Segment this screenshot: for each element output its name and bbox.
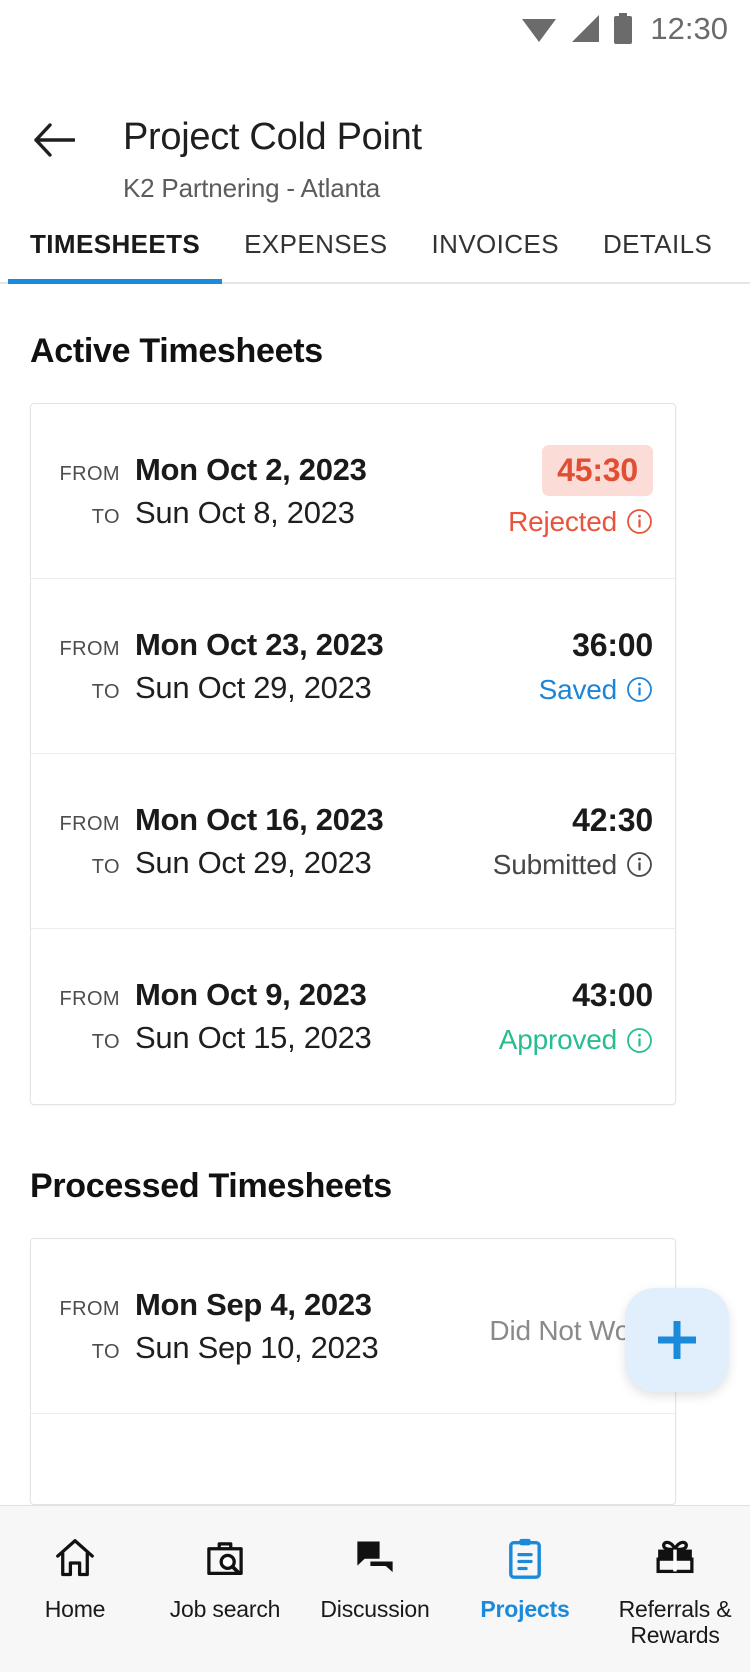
tab-timesheets[interactable]: TIMESHEETS <box>8 229 223 284</box>
from-date: Mon Oct 9, 2023 <box>135 977 367 1012</box>
to-date: Sun Oct 29, 2023 <box>135 669 372 705</box>
cellular-signal-icon <box>572 14 600 42</box>
section-title-active: Active Timesheets <box>30 332 323 370</box>
date-range: FROM Mon Oct 2, 2023 TO Sun Oct 8, 2023 <box>57 452 367 531</box>
app-screen: 12:30 Project Cold Point K2 Partnering -… <box>0 0 750 1672</box>
table-row[interactable]: FROM Mon Oct 2, 2023 TO Sun Oct 8, 2023 … <box>31 404 675 579</box>
nav-item-home[interactable]: Home <box>0 1532 150 1622</box>
table-row[interactable]: FROM Mon Oct 9, 2023 TO Sun Oct 15, 2023… <box>31 929 675 1104</box>
add-timesheet-fab[interactable] <box>625 1288 729 1392</box>
to-label: TO <box>91 1031 120 1053</box>
to-date: Sun Oct 8, 2023 <box>135 494 355 530</box>
to-date: Sun Oct 29, 2023 <box>135 844 372 880</box>
table-row[interactable] <box>31 1414 675 1504</box>
from-date: Mon Oct 23, 2023 <box>135 626 384 662</box>
status-column: 45:30 Rejected <box>508 444 653 538</box>
page-title: Project Cold Point <box>123 116 422 158</box>
active-timesheets-card: FROM Mon Oct 2, 2023 TO Sun Oct 8, 2023 … <box>30 403 676 1105</box>
nav-item-discussion[interactable]: Discussion <box>300 1532 450 1622</box>
tab-bar: TIMESHEETS EXPENSES INVOICES DETAILS <box>0 206 750 284</box>
status-column: 43:00 Approved <box>499 977 653 1056</box>
from-date: Mon Oct 16, 2023 <box>135 801 384 837</box>
date-range: FROM Mon Oct 16, 2023 TO Sun Oct 29, 202… <box>57 801 384 881</box>
hours-badge: 45:30 <box>542 444 653 496</box>
info-icon[interactable] <box>626 508 653 535</box>
nav-label-referrals-rewards: Referrals & Rewards <box>618 1596 732 1649</box>
status-label: Approved <box>498 1024 617 1055</box>
home-icon <box>50 1532 100 1584</box>
from-label: FROM <box>59 812 120 835</box>
back-arrow-icon <box>34 123 75 157</box>
info-icon[interactable] <box>626 1027 653 1054</box>
status-badge[interactable]: Saved <box>539 674 653 706</box>
nav-item-job-search[interactable]: Job search <box>150 1532 300 1622</box>
to-label: TO <box>91 680 120 703</box>
tab-details[interactable]: DETAILS <box>581 229 734 282</box>
date-range: FROM Mon Oct 9, 2023 TO Sun Oct 15, 2023 <box>57 977 372 1056</box>
status-badge[interactable]: Approved <box>499 1024 653 1056</box>
table-row[interactable]: FROM Mon Oct 23, 2023 TO Sun Oct 29, 202… <box>31 579 675 754</box>
status-column: 36:00 Saved <box>539 626 654 706</box>
hours-value: 42:30 <box>572 801 653 838</box>
app-bar: Project Cold Point K2 Partnering - Atlan… <box>0 56 750 206</box>
clipboard-icon <box>502 1532 548 1584</box>
status-label: Rejected <box>508 505 617 537</box>
plus-icon <box>658 1321 696 1359</box>
hours-value: 36:00 <box>572 626 653 663</box>
to-date: Sun Oct 15, 2023 <box>135 1020 372 1055</box>
tab-invoices[interactable]: INVOICES <box>410 229 581 282</box>
from-label: FROM <box>59 988 120 1010</box>
info-icon[interactable] <box>626 676 653 703</box>
to-label: TO <box>91 855 120 878</box>
hours-value: 43:00 <box>572 977 653 1013</box>
status-label: Submitted <box>492 848 617 880</box>
chat-bubbles-icon <box>350 1532 400 1584</box>
title-block: Project Cold Point K2 Partnering - Atlan… <box>0 74 750 204</box>
from-date: Mon Sep 4, 2023 <box>135 1286 372 1322</box>
section-title-processed: Processed Timesheets <box>30 1167 392 1205</box>
status-label: Saved <box>538 673 618 705</box>
to-label: TO <box>91 1340 120 1363</box>
briefcase-search-icon <box>201 1532 249 1584</box>
info-icon[interactable] <box>626 851 653 878</box>
gift-icon <box>650 1532 700 1584</box>
battery-icon <box>614 12 633 44</box>
table-row[interactable]: FROM Mon Oct 16, 2023 TO Sun Oct 29, 202… <box>31 754 675 929</box>
status-badge[interactable]: Rejected <box>508 506 653 538</box>
nav-item-projects[interactable]: Projects <box>450 1532 600 1622</box>
from-label: FROM <box>59 462 120 485</box>
date-range: FROM Mon Sep 4, 2023 TO Sun Sep 10, 2023 <box>57 1286 379 1366</box>
to-date: Sun Sep 10, 2023 <box>135 1329 379 1365</box>
status-column: 42:30 Submitted <box>493 802 653 881</box>
nav-label-discussion: Discussion <box>320 1596 430 1622</box>
bottom-navigation: Home Job search Discussion Projects Refe… <box>0 1505 750 1672</box>
wifi-icon <box>522 18 557 42</box>
from-label: FROM <box>59 1297 120 1320</box>
status-badge[interactable]: Submitted <box>493 849 653 881</box>
processed-timesheets-card: FROM Mon Sep 4, 2023 TO Sun Sep 10, 2023… <box>30 1238 676 1505</box>
from-date: Mon Oct 2, 2023 <box>135 451 367 487</box>
status-bar: 12:30 <box>0 0 750 56</box>
nav-label-home: Home <box>44 1596 106 1622</box>
page-subtitle: K2 Partnering - Atlanta <box>123 172 380 203</box>
nav-item-referrals-rewards[interactable]: Referrals & Rewards <box>600 1532 750 1649</box>
table-row[interactable]: FROM Mon Sep 4, 2023 TO Sun Sep 10, 2023… <box>31 1239 675 1414</box>
tab-expenses[interactable]: EXPENSES <box>222 229 409 282</box>
status-bar-clock: 12:30 <box>650 10 728 46</box>
date-range: FROM Mon Oct 23, 2023 TO Sun Oct 29, 202… <box>57 626 384 706</box>
from-label: FROM <box>59 637 120 660</box>
nav-label-projects: Projects <box>480 1596 570 1622</box>
nav-label-job-search: Job search <box>169 1596 281 1622</box>
back-button[interactable] <box>30 116 78 164</box>
to-label: TO <box>91 505 120 528</box>
